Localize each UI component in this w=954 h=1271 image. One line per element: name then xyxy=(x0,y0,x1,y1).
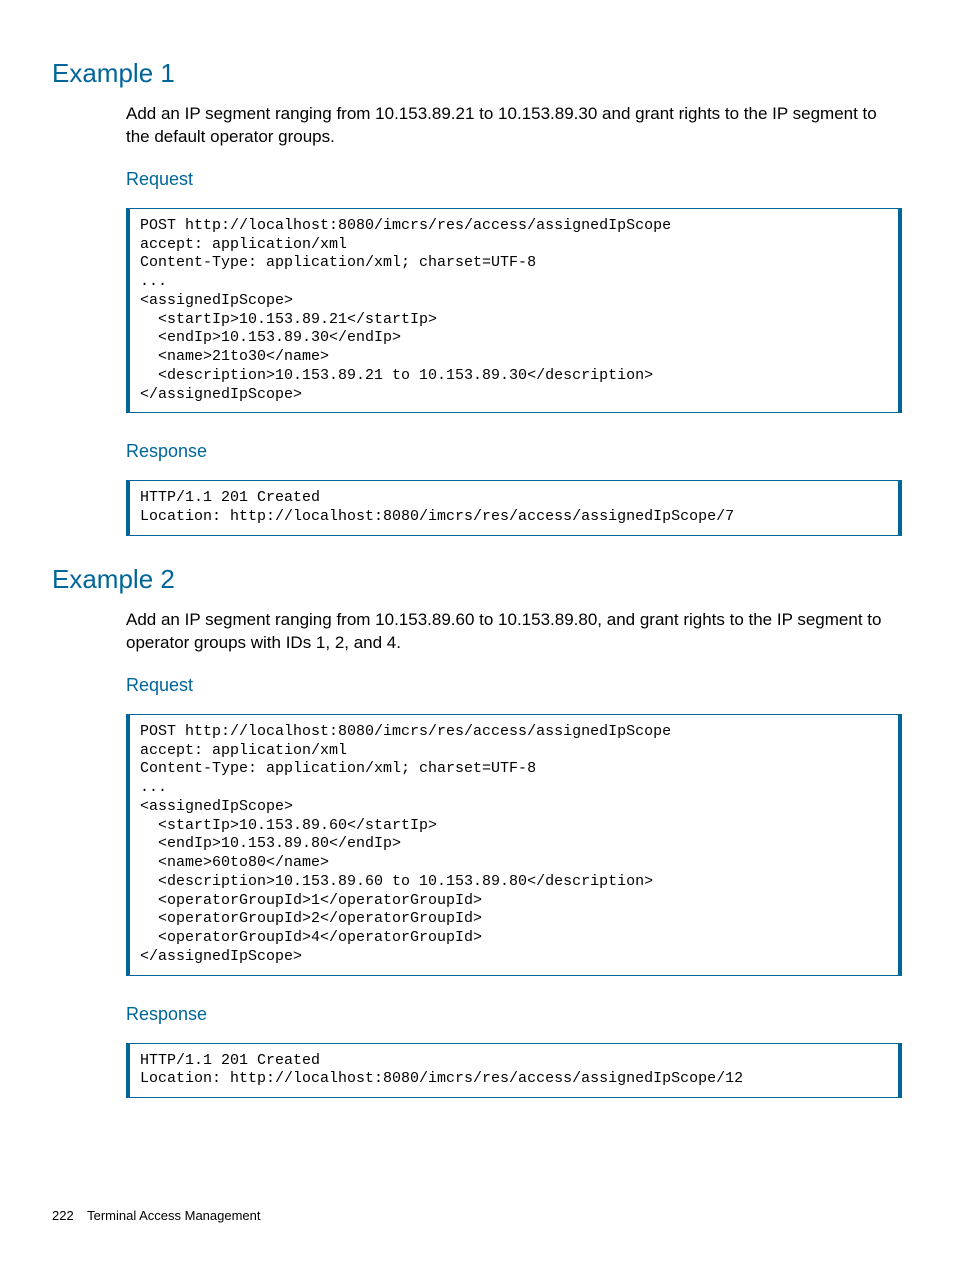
example-2-response-label: Response xyxy=(126,1004,902,1025)
example-2-request-code: POST http://localhost:8080/imcrs/res/acc… xyxy=(126,714,902,976)
example-1-response-label: Response xyxy=(126,441,902,462)
example-1-response-code: HTTP/1.1 201 Created Location: http://lo… xyxy=(126,480,902,536)
example-1-request-label: Request xyxy=(126,169,902,190)
example-2-description: Add an IP segment ranging from 10.153.89… xyxy=(126,609,902,655)
example-1-request-code: POST http://localhost:8080/imcrs/res/acc… xyxy=(126,208,902,414)
heading-example-2: Example 2 xyxy=(52,564,902,595)
example-2-response-code: HTTP/1.1 201 Created Location: http://lo… xyxy=(126,1043,902,1099)
example-1-description: Add an IP segment ranging from 10.153.89… xyxy=(126,103,902,149)
footer-section-title: Terminal Access Management xyxy=(87,1208,260,1223)
page-footer: 222 Terminal Access Management xyxy=(52,1208,261,1223)
example-2-request-label: Request xyxy=(126,675,902,696)
heading-example-1: Example 1 xyxy=(52,58,902,89)
page-number: 222 xyxy=(52,1208,74,1223)
